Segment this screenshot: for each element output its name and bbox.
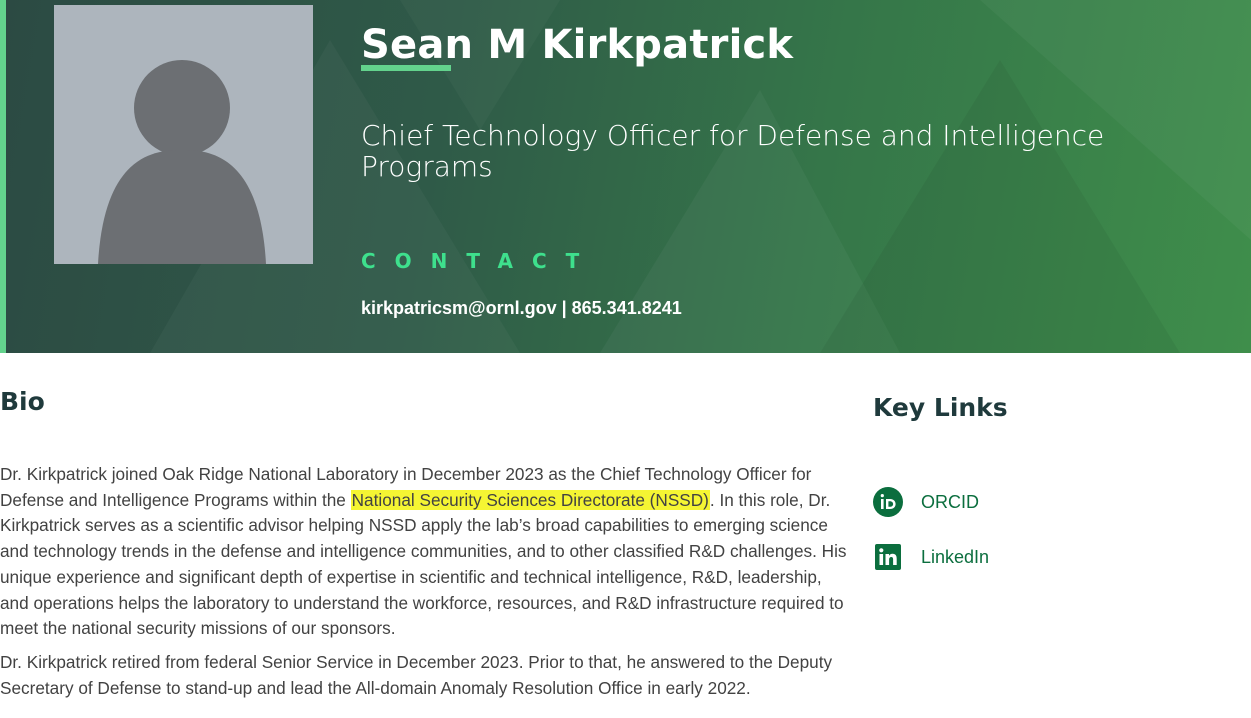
bio-text-segment: . In this role, Dr. Kirkpatrick serves a… [0, 489, 847, 639]
profile-job-title: Chief Technology Officer for Defense and… [361, 119, 1105, 183]
name-underline [361, 65, 451, 71]
bio-paragraph: Dr. Kirkpatrick joined Oak Ridge Nationa… [0, 462, 852, 642]
contact-heading: CONTACT [361, 249, 599, 273]
linkedin-icon [875, 544, 901, 570]
profile-name: Sean M Kirkpatrick [361, 22, 794, 68]
profile-hero: Sean M Kirkpatrick Chief Technology Offi… [0, 0, 1251, 353]
bio-text: Dr. Kirkpatrick joined Oak Ridge Nationa… [0, 462, 852, 709]
orcid-link-label[interactable]: ORCID [921, 492, 979, 513]
orcid-link[interactable]: ORCID [873, 486, 979, 518]
linkedin-link[interactable]: LinkedIn [873, 541, 989, 573]
orcid-icon [873, 487, 903, 517]
bio-paragraph: Dr. Kirkpatrick retired from federal Sen… [0, 651, 833, 698]
contact-info[interactable]: kirkpatricsm@ornl.gov | 865.341.8241 [361, 298, 682, 319]
profile-avatar [54, 5, 313, 264]
key-links-heading: Key Links [873, 393, 1008, 422]
bio-heading: Bio [0, 387, 45, 416]
highlighted-link-nssd[interactable]: National Security Sciences Directorate (… [350, 489, 710, 510]
linkedin-link-label[interactable]: LinkedIn [921, 547, 989, 568]
person-placeholder-icon [98, 60, 266, 264]
